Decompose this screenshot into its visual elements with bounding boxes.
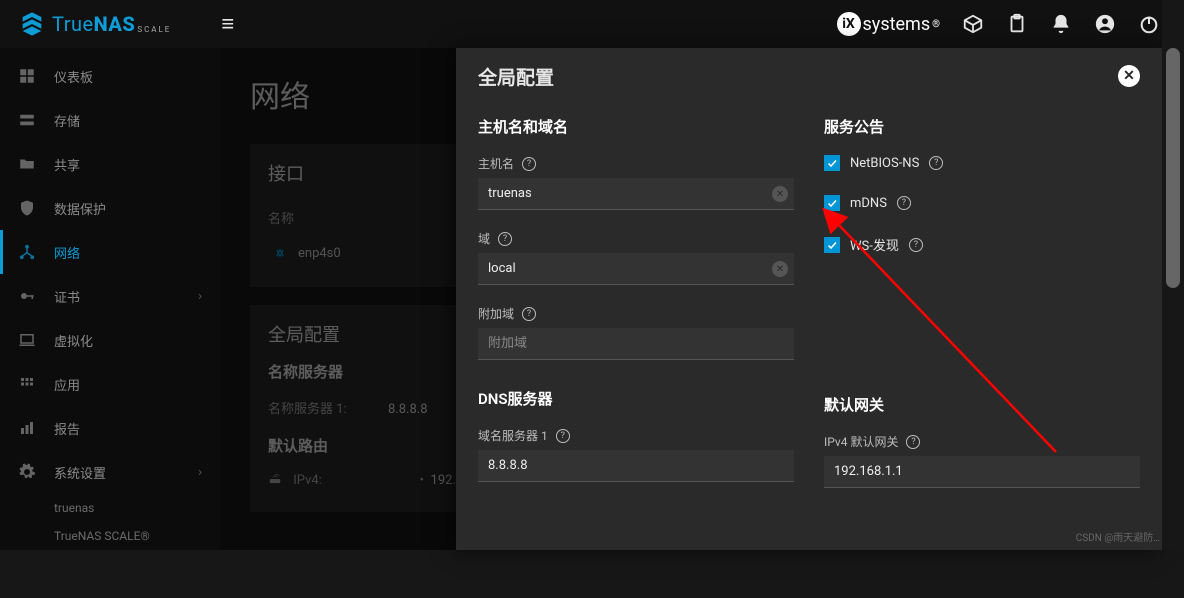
checkbox-icon [824,237,840,253]
router-icon [268,472,282,486]
topbar: TrueNAS SCALE ≡ iXsystems® [0,0,1184,48]
help-icon[interactable]: ? [498,232,512,246]
dns1-input[interactable] [478,450,794,482]
key-icon [18,287,36,305]
global-config-panel: 全局配置 ✕ 主机名和域名 主机名? ✕ 域? ✕ 附加域? DNS服务器 域名… [456,48,1162,550]
hostname-input[interactable] [478,178,794,210]
help-icon[interactable]: ? [522,157,536,171]
sidebar-item-system[interactable]: 系统设置 › [0,450,220,494]
field-ipv4-gateway: IPv4 默认网关? [824,433,1140,488]
menu-toggle-icon[interactable]: ≡ [221,11,234,37]
additional-domain-input[interactable] [478,328,794,360]
ix-badge-icon: iX [837,12,861,36]
field-label: IPv4 默认网关 [824,433,898,450]
storage-icon [18,111,36,129]
checkbox-icon [824,195,840,211]
sidebar-item-label: 网络 [54,243,80,262]
sidebar-sub-hostname: truenas [0,494,220,522]
sidebar-item-data-protection[interactable]: 数据保护 [0,186,220,230]
sidebar-item-network[interactable]: 网络 [0,230,220,274]
checkbox-ws-discovery[interactable]: WS-发现 ? [824,235,1140,254]
power-icon[interactable] [1138,13,1160,35]
laptop-icon [18,331,36,349]
sidebar-item-credentials[interactable]: 证书 › [0,274,220,318]
checkbox-label: WS-发现 [850,235,899,254]
help-icon[interactable]: ? [897,196,911,210]
help-icon[interactable]: ? [906,435,920,449]
help-icon[interactable]: ? [522,307,536,321]
panel-right-column: 服务公告 NetBIOS-NS ? mDNS ? WS-发现 ? 默认网关 IP… [824,108,1140,508]
topbar-actions: iXsystems® [837,12,1176,36]
clipboard-icon[interactable] [1006,13,1028,35]
sidebar-item-label: 证书 [54,287,80,306]
sidebar-item-dashboard[interactable]: 仪表板 [0,54,220,98]
bar-chart-icon [18,419,36,437]
sidebar: 仪表板 存储 共享 数据保护 网络 证书 › 虚拟化 应用 报告 系统设置 › tr… [0,48,220,550]
truenas-logo-icon [18,10,46,38]
bell-icon[interactable] [1050,13,1072,35]
apps-icon [18,375,36,393]
chevron-right-icon: › [198,289,202,304]
field-label: 域 [478,230,490,247]
field-label: 主机名 [478,155,514,172]
panel-left-column: 主机名和域名 主机名? ✕ 域? ✕ 附加域? DNS服务器 域名服务器 1? [478,108,794,508]
checkbox-icon [824,155,840,171]
field-dns1: 域名服务器 1? [478,427,794,482]
field-hostname: 主机名? ✕ [478,155,794,210]
interface-icon [272,245,288,261]
panel-title: 全局配置 [478,63,554,90]
sidebar-item-label: 存储 [54,111,80,130]
sidebar-item-reporting[interactable]: 报告 [0,406,220,450]
sidebar-item-shares[interactable]: 共享 [0,142,220,186]
section-heading: DNS服务器 [478,388,794,409]
sidebar-item-storage[interactable]: 存储 [0,98,220,142]
field-additional-domain: 附加域? [478,305,794,360]
help-icon[interactable]: ? [909,238,923,252]
sidebar-item-label: 共享 [54,155,80,174]
section-heading: 服务公告 [824,116,1140,137]
clear-icon[interactable]: ✕ [772,261,788,277]
sidebar-item-label: 报告 [54,419,80,438]
dashboard-icon [18,67,36,85]
ipv4-gateway-input[interactable] [824,456,1140,488]
sidebar-sub-version: TrueNAS SCALE® [0,522,220,550]
sidebar-item-label: 数据保护 [54,199,106,218]
field-label: 域名服务器 1 [478,427,548,444]
sidebar-item-virtualization[interactable]: 虚拟化 [0,318,220,362]
watermark: CSDN @雨天避防… [1076,529,1160,544]
section-heading: 默认网关 [824,394,1140,415]
checkbox-mdns[interactable]: mDNS ? [824,195,1140,211]
sidebar-item-label: 应用 [54,375,80,394]
cube-icon[interactable] [962,13,984,35]
page-scrollbar[interactable] [1162,0,1184,550]
close-button[interactable]: ✕ [1118,65,1140,87]
sidebar-item-label: 系统设置 [54,463,106,482]
help-icon[interactable]: ? [929,156,943,170]
account-icon[interactable] [1094,13,1116,35]
checkbox-label: NetBIOS-NS [850,156,919,171]
folder-shared-icon [18,155,36,173]
panel-header: 全局配置 ✕ [456,48,1162,104]
field-label: 附加域 [478,305,514,322]
brand-logo[interactable]: TrueNAS SCALE [8,10,181,38]
help-icon[interactable]: ? [556,429,570,443]
gear-icon [18,463,36,481]
clear-icon[interactable]: ✕ [772,186,788,202]
ixsystems-logo[interactable]: iXsystems® [837,12,940,36]
checkbox-netbios[interactable]: NetBIOS-NS ? [824,155,1140,171]
checkbox-label: mDNS [850,196,887,211]
section-heading: 主机名和域名 [478,116,794,137]
field-domain: 域? ✕ [478,230,794,285]
sidebar-item-label: 仪表板 [54,67,93,86]
chevron-right-icon: › [198,465,202,480]
network-icon [18,243,36,261]
shield-icon [18,199,36,217]
domain-input[interactable] [478,253,794,285]
interface-name: enp4s0 [298,246,341,261]
sidebar-item-label: 虚拟化 [54,331,93,350]
sidebar-item-apps[interactable]: 应用 [0,362,220,406]
